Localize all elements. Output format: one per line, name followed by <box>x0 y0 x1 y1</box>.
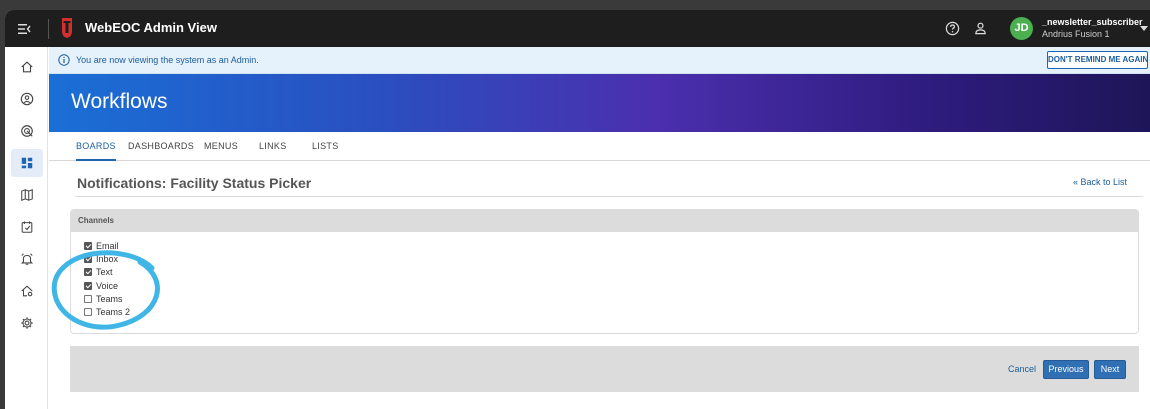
chevron-down-icon[interactable] <box>1140 26 1148 32</box>
channel-email[interactable]: Email <box>84 240 119 252</box>
voice-checkbox[interactable] <box>84 282 92 290</box>
user-profile-icon[interactable] <box>973 21 988 36</box>
channel-label: Teams 2 <box>96 307 131 317</box>
user-circle-icon <box>20 92 34 106</box>
home-settings-icon <box>21 285 33 297</box>
channel-teams-2[interactable]: Teams 2 <box>84 306 130 318</box>
top-bar: WebEOC Admin View JD _newsletter_subscri… <box>5 10 1150 47</box>
cancel-button[interactable]: Cancel <box>1008 364 1036 374</box>
home-icon <box>21 61 33 73</box>
alarm-icon <box>20 253 34 265</box>
nav-target[interactable] <box>11 117 43 145</box>
avatar[interactable]: JD <box>1010 17 1033 40</box>
channels-title: Channels <box>78 216 115 225</box>
channel-text[interactable]: Text <box>84 266 113 278</box>
dashboard-icon <box>21 157 33 169</box>
admin-info-banner: You are now viewing the system as an Adm… <box>49 47 1150 74</box>
teams-2-checkbox[interactable] <box>84 308 92 316</box>
channel-label: Teams <box>96 294 123 304</box>
nav-alarm[interactable] <box>11 245 43 273</box>
channel-inbox[interactable]: Inbox <box>84 253 118 265</box>
app-title: WebEOC Admin View <box>85 20 217 35</box>
channel-teams[interactable]: Teams <box>84 293 123 305</box>
tab-bar: BOARDS DASHBOARDS MENUS LINKS LISTS <box>49 132 1150 161</box>
page-hero: Workflows <box>49 74 1150 132</box>
topbar-divider <box>48 19 49 39</box>
dont-remind-button[interactable]: DON'T REMIND ME AGAIN <box>1047 51 1148 69</box>
menu-collapse-icon[interactable] <box>17 21 33 37</box>
channel-label: Text <box>96 267 113 277</box>
user-org: Andrius Fusion 1 <box>1042 29 1110 39</box>
tab-dashboards[interactable]: DASHBOARDS <box>128 132 194 161</box>
channel-voice[interactable]: Voice <box>84 280 118 292</box>
hero-title: Workflows <box>71 90 168 113</box>
previous-button[interactable]: Previous <box>1043 360 1089 379</box>
text-checkbox[interactable] <box>84 268 92 276</box>
channels-panel-header: Channels <box>71 210 1138 232</box>
map-icon <box>21 188 33 202</box>
info-icon <box>58 54 70 66</box>
nav-home[interactable] <box>11 53 43 81</box>
back-to-list-link[interactable]: « Back to List <box>1073 177 1127 187</box>
tab-boards[interactable]: BOARDS <box>76 132 116 161</box>
inbox-checkbox[interactable] <box>84 255 92 263</box>
webeoc-logo-icon <box>62 18 72 38</box>
channels-panel: Channels Email Inbox Text Voice Teams Te… <box>70 209 1139 334</box>
target-icon <box>21 125 33 137</box>
gear-icon <box>21 317 33 329</box>
nav-home-settings[interactable] <box>11 277 43 305</box>
nav-map[interactable] <box>11 181 43 209</box>
title-divider <box>75 196 1143 197</box>
next-button[interactable]: Next <box>1094 360 1126 379</box>
app-window: WebEOC Admin View JD _newsletter_subscri… <box>5 10 1150 409</box>
email-checkbox[interactable] <box>84 242 92 250</box>
nav-settings[interactable] <box>11 309 43 337</box>
tab-menus[interactable]: MENUS <box>204 132 238 161</box>
page-title: Notifications: Facility Status Picker <box>77 175 312 191</box>
channel-label: Email <box>96 241 119 251</box>
left-nav <box>5 47 48 409</box>
wizard-footer: Cancel Previous Next <box>70 346 1139 392</box>
tab-links[interactable]: LINKS <box>259 132 287 161</box>
nav-calendar[interactable] <box>11 213 43 241</box>
channel-label: Voice <box>96 281 119 291</box>
nav-profile[interactable] <box>11 85 43 113</box>
channel-label: Inbox <box>96 254 119 264</box>
teams-checkbox[interactable] <box>84 295 92 303</box>
banner-text: You are now viewing the system as an Adm… <box>76 55 259 65</box>
tab-lists[interactable]: LISTS <box>312 132 339 161</box>
help-icon[interactable] <box>945 21 960 36</box>
user-name[interactable]: _newsletter_subscriber <box>1042 17 1143 27</box>
nav-workflows[interactable] <box>11 149 43 177</box>
calendar-icon <box>21 221 33 233</box>
